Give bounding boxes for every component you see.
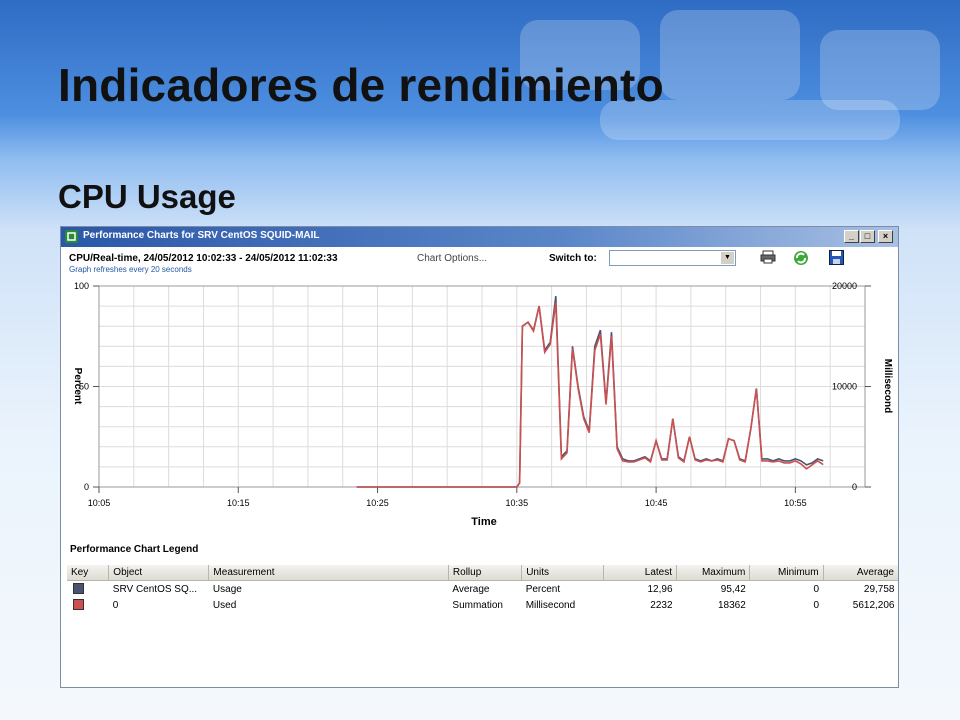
maximize-button[interactable]: □ [860, 230, 875, 243]
column-header-units[interactable]: Units [521, 565, 604, 581]
save-icon[interactable] [827, 250, 845, 266]
cpu-chart: 100500 20000100000 10:05 10:15 10:25 10:35 1… [72, 281, 893, 528]
window-titlebar[interactable]: Performance Charts for SRV CentOS SQUID-… [61, 227, 898, 247]
legend-minimum: 0 [813, 583, 820, 595]
legend-measurement: Usage [212, 583, 242, 595]
y-axis-label-right: Millisecond [882, 359, 893, 413]
x-tick-label: 10:35 [506, 498, 529, 508]
series-line-used [356, 302, 824, 488]
minimize-button[interactable]: _ [844, 230, 859, 243]
slide-title: Indicadores de rendimiento [58, 59, 664, 111]
legend-measurement: Used [212, 599, 237, 611]
legend-maximum: 95,42 [720, 583, 746, 595]
legend-average: 29,758 [863, 583, 895, 595]
column-header-average[interactable]: Average [823, 565, 898, 581]
legend-object: SRV CentOS SQ... [112, 583, 198, 595]
legend-rollup: Summation [452, 599, 503, 611]
window-title: Performance Charts for SRV CentOS SQUID-… [83, 230, 320, 241]
legend-latest: 2232 [650, 599, 673, 611]
app-icon [65, 230, 78, 243]
switch-to-select[interactable]: ▼ [609, 250, 736, 266]
background-shape [820, 30, 940, 110]
column-header-minimum[interactable]: Minimum [749, 565, 824, 581]
legend-units: Percent [525, 583, 561, 595]
column-header-rollup[interactable]: Rollup [448, 565, 523, 581]
x-axis-label: Time [471, 516, 496, 528]
chart-grid [98, 286, 866, 487]
chart-series [356, 296, 824, 488]
x-tick-label: 10:15 [227, 498, 250, 508]
chart-options-link[interactable]: Chart Options... [417, 253, 487, 264]
refresh-icon[interactable] [792, 250, 810, 266]
x-tick-label: 10:45 [645, 498, 668, 508]
usage-swatch-icon [73, 583, 84, 595]
y-right-tick-label: 10000 [832, 382, 857, 392]
legend-header-row: Key Object Measurement Rollup Units Late… [67, 565, 898, 581]
close-button[interactable]: × [878, 230, 893, 243]
y-axis-label-left: Percent [72, 368, 83, 405]
legend-table: Key Object Measurement Rollup Units Late… [67, 565, 898, 613]
column-header-maximum[interactable]: Maximum [676, 565, 751, 581]
x-axis: 10:05 10:15 10:25 10:35 10:45 10:55 [88, 487, 807, 508]
legend-key-cell [67, 597, 109, 613]
y-right-tick-label: 20000 [832, 281, 857, 291]
x-tick-label: 10:05 [88, 498, 111, 508]
slide-subtitle: CPU Usage [58, 178, 236, 215]
y-right-tick-label: 0 [852, 482, 857, 492]
print-icon[interactable] [759, 250, 777, 266]
legend-object: 0 [112, 599, 119, 611]
legend-minimum: 0 [813, 599, 820, 611]
legend-row[interactable]: 0 Used Summation Millisecond 2232 18362 … [67, 597, 898, 613]
column-header-latest[interactable]: Latest [603, 565, 678, 581]
legend-row[interactable]: SRV CentOS SQ... Usage Average Percent 1… [67, 581, 898, 598]
y-left-tick-label: 100 [74, 281, 89, 291]
legend-key-cell [67, 581, 109, 598]
chevron-down-icon[interactable]: ▼ [721, 252, 734, 264]
legend-units: Millisecond [525, 599, 576, 611]
used-swatch-icon [73, 599, 84, 611]
legend-rollup: Average [452, 583, 490, 595]
y-left-tick-label: 0 [84, 482, 89, 492]
column-header-object[interactable]: Object [108, 565, 210, 581]
column-header-measurement[interactable]: Measurement [208, 565, 449, 581]
legend-latest: 12,96 [647, 583, 673, 595]
x-tick-label: 10:55 [784, 498, 807, 508]
chart-info: CPU/Real-time, 24/05/2012 10:02:33 - 24/… [69, 253, 338, 264]
column-header-key[interactable]: Key [67, 565, 110, 581]
refresh-note: Graph refreshes every 20 seconds [69, 265, 192, 274]
series-line-usage [356, 296, 824, 488]
background-shape [660, 10, 800, 100]
legend-average: 5612,206 [852, 599, 895, 611]
legend-maximum: 18362 [717, 599, 746, 611]
x-tick-label: 10:25 [366, 498, 389, 508]
performance-chart-window: Performance Charts for SRV CentOS SQUID-… [60, 226, 899, 688]
legend-title: Performance Chart Legend [70, 544, 199, 555]
switch-label: Switch to: [549, 253, 597, 264]
